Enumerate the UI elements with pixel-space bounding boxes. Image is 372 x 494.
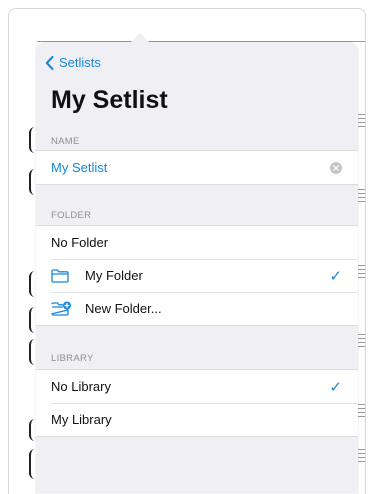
section-label-folder: FOLDER [51,210,92,221]
section-label-name: NAME [51,136,80,147]
clear-x-icon [333,164,339,171]
folder-icon [51,268,71,284]
folder-add-icon [51,301,71,317]
folder-group: No Folder My Folder ✓ New Folder... [36,225,358,326]
clear-text-button[interactable] [330,161,342,174]
checkmark-icon: ✓ [329,267,342,285]
library-option-label: No Library [51,379,111,394]
folder-option-label: My Folder [85,268,143,283]
name-field[interactable]: My Setlist [36,151,358,184]
library-group: No Library ✓ My Library [36,369,358,437]
library-option-my-library[interactable]: My Library [36,403,358,436]
page-title: My Setlist [51,86,168,114]
new-folder-label: New Folder... [85,301,162,316]
checkmark-icon: ✓ [329,378,342,396]
folder-option-label: No Folder [51,235,109,250]
name-group: My Setlist [36,150,358,185]
library-option-label: My Library [51,412,112,427]
chevron-left-icon [45,55,54,70]
setlist-popover: Setlists My Setlist NAME My Setlist FOLD… [36,33,358,493]
popover-arrow [130,33,150,43]
library-option-no-library[interactable]: No Library ✓ [36,370,358,403]
back-button[interactable]: Setlists [45,55,101,70]
back-button-label: Setlists [59,55,101,70]
folder-option-my-folder[interactable]: My Folder ✓ [36,259,358,292]
name-field-value[interactable]: My Setlist [51,160,107,175]
section-label-library: LIBRARY [51,353,94,364]
folder-option-no-folder[interactable]: No Folder [36,226,358,259]
new-folder-button[interactable]: New Folder... [36,292,358,325]
